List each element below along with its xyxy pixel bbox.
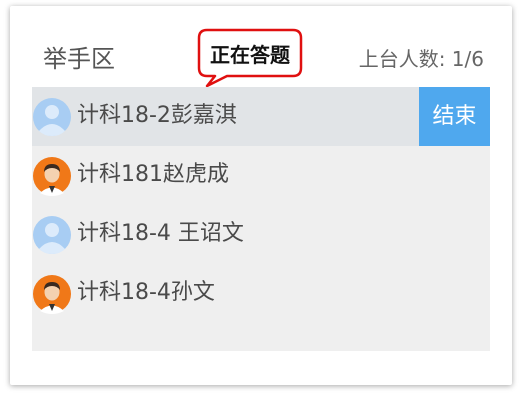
student-name: 计科18-4孙文 (77, 280, 215, 305)
raise-hand-panel: 举手区 正在答题 上台人数: 1/6 计科18-2彭嘉淇 结束 计科181赵虎成… (10, 6, 512, 385)
user-photo-avatar (32, 274, 72, 314)
user-photo-avatar (32, 156, 72, 196)
on-stage-counter: 上台人数: 1/6 (358, 47, 484, 71)
raise-hand-list: 计科18-2彭嘉淇 结束 计科181赵虎成 计科18-4 王诏文 计科18-4孙… (32, 87, 490, 351)
list-item[interactable]: 计科181赵虎成 (32, 146, 490, 205)
answering-label: 正在答题 (210, 43, 290, 67)
student-name: 计科18-4 王诏文 (77, 221, 244, 246)
student-name: 计科18-2彭嘉淇 (77, 103, 237, 128)
end-button[interactable]: 结束 (419, 87, 490, 146)
default-avatar-icon (32, 97, 72, 137)
panel-title: 举手区 (43, 45, 115, 73)
answering-bubble: 正在答题 (197, 28, 303, 88)
panel-header: 举手区 正在答题 上台人数: 1/6 (10, 6, 512, 88)
list-item[interactable]: 计科18-4孙文 (32, 264, 490, 323)
list-item[interactable]: 计科18-2彭嘉淇 结束 (32, 87, 490, 146)
list-item[interactable]: 计科18-4 王诏文 (32, 205, 490, 264)
default-avatar-icon (32, 215, 72, 255)
student-name: 计科181赵虎成 (77, 162, 229, 187)
